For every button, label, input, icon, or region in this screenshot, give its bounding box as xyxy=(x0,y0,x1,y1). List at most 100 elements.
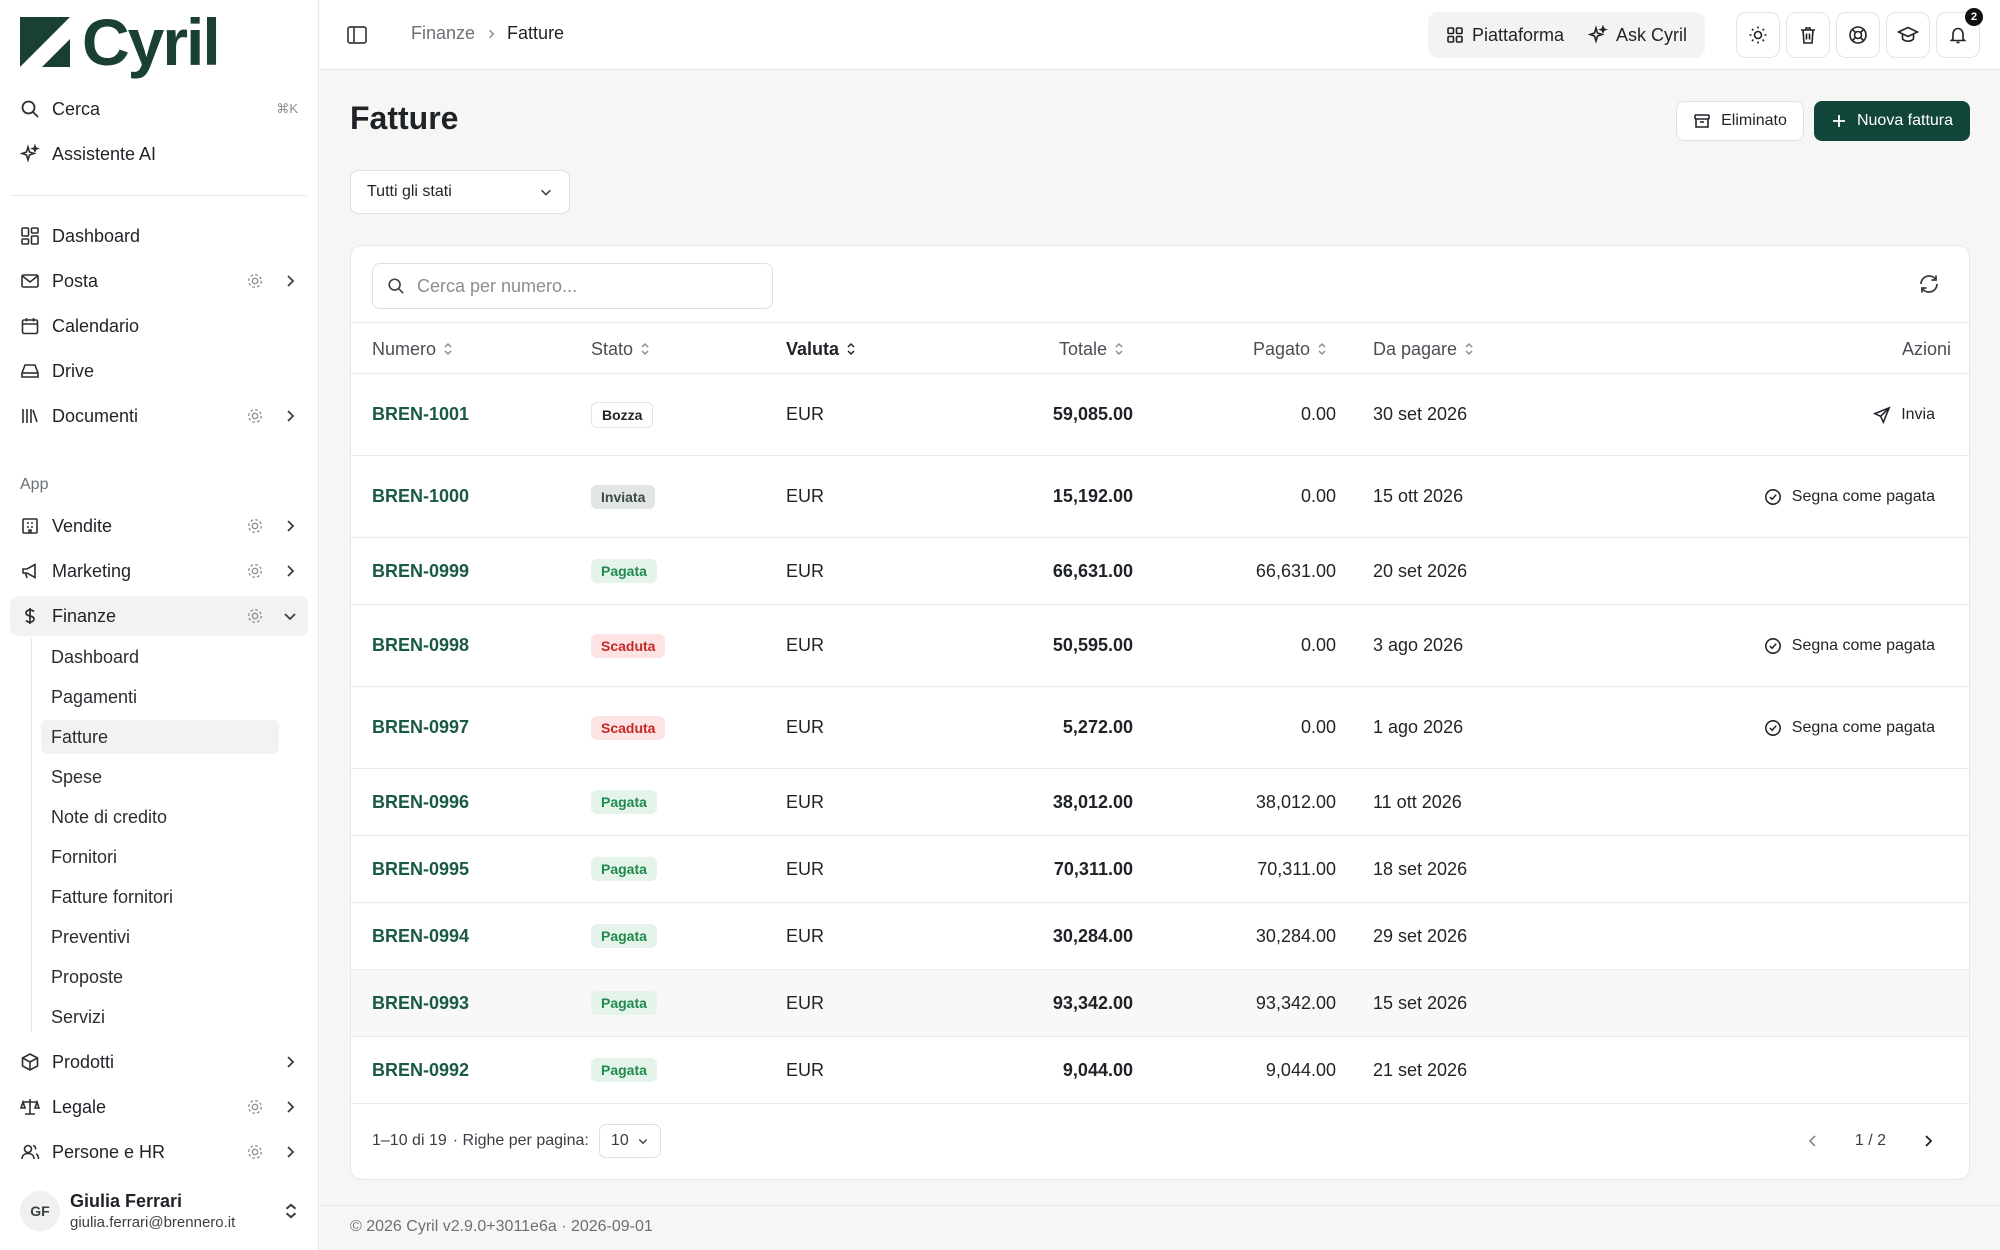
table-row[interactable]: BREN-0998 Scaduta EUR 50,595.00 0.00 3 ago 20… xyxy=(351,605,1969,687)
sidebar-item-calendario[interactable]: Calendario xyxy=(10,306,308,346)
paid-cell: 0.00 xyxy=(1300,404,1336,424)
gear-icon[interactable] xyxy=(246,1143,264,1161)
send-invoice-button[interactable]: Invia xyxy=(1873,406,1935,424)
column-header-numero[interactable]: Numero xyxy=(372,323,454,375)
gear-icon[interactable] xyxy=(246,562,264,580)
submenu-item-fatture-fornitori[interactable]: Fatture fornitori xyxy=(41,880,279,914)
submenu-item-spese[interactable]: Spese xyxy=(41,760,279,794)
submenu-item-proposte[interactable]: Proposte xyxy=(41,960,279,994)
sidebar-item-label: Finanze xyxy=(52,605,117,626)
submenu-item-servizi[interactable]: Servizi xyxy=(41,1000,279,1034)
invoice-number-link[interactable]: BREN-0993 xyxy=(372,993,469,1014)
mark-paid-button[interactable]: Segna come pagata xyxy=(1764,637,1935,655)
academy-button[interactable] xyxy=(1886,12,1930,58)
submenu-item-dashboard[interactable]: Dashboard xyxy=(41,640,279,674)
mark-paid-button[interactable]: Segna come pagata xyxy=(1764,719,1935,737)
table-row[interactable]: BREN-0993 Pagata EUR 93,342.00 93,342.00 15 s… xyxy=(351,970,1969,1037)
sidebar-item-persone-hr[interactable]: Persone e HR xyxy=(10,1132,308,1172)
sort-icon xyxy=(1115,342,1123,356)
invoice-number-link[interactable]: BREN-0994 xyxy=(372,926,469,947)
invoice-search-field[interactable] xyxy=(372,263,773,309)
column-header-da-pagare[interactable]: Da pagare xyxy=(1373,323,1475,375)
column-header-valuta[interactable]: Valuta xyxy=(786,323,857,375)
user-menu[interactable]: GF Giulia Ferrari giulia.ferrari@brenner… xyxy=(12,1183,308,1239)
status-badge: Scaduta xyxy=(591,715,666,740)
trash-button[interactable] xyxy=(1786,12,1830,58)
status-filter-select[interactable]: Tutti gli stati xyxy=(350,170,570,214)
invoice-number-link[interactable]: BREN-0999 xyxy=(372,561,469,582)
invoice-number-link[interactable]: BREN-0998 xyxy=(372,635,469,656)
sidebar-item-dashboard[interactable]: Dashboard xyxy=(10,216,308,256)
send-icon xyxy=(1873,405,1891,424)
gear-icon[interactable] xyxy=(246,607,264,625)
ask-cyril-button[interactable]: Ask Cyril xyxy=(1576,15,1699,55)
sidebar-item-prodotti[interactable]: Prodotti xyxy=(10,1042,308,1082)
column-header-label: Stato xyxy=(591,338,634,359)
sidebar-toggle-icon[interactable] xyxy=(346,24,368,46)
plus-icon xyxy=(1832,115,1845,127)
table-row[interactable]: BREN-0995 Pagata EUR 70,311.00 70,311.00 18 s… xyxy=(351,836,1969,903)
invoice-number-link[interactable]: BREN-0996 xyxy=(372,792,469,813)
table-row[interactable]: BREN-0996 Pagata EUR 38,012.00 38,012.00 11 o… xyxy=(351,769,1969,836)
deleted-button[interactable]: Eliminato xyxy=(1676,101,1804,141)
invoice-number-link[interactable]: BREN-0992 xyxy=(372,1060,469,1081)
table-row[interactable]: BREN-1001 Bozza EUR 59,085.00 0.00 30 set 202… xyxy=(351,374,1969,456)
sidebar-item-finanze[interactable]: Finanze xyxy=(10,596,308,636)
invoice-number-link[interactable]: BREN-1001 xyxy=(372,404,469,425)
sidebar-item-documenti[interactable]: Documenti xyxy=(10,396,308,436)
theme-toggle-button[interactable] xyxy=(1736,12,1780,58)
scale-icon xyxy=(20,1099,40,1115)
mark-paid-button[interactable]: Segna come pagata xyxy=(1764,488,1935,506)
submenu-item-fatture[interactable]: Fatture xyxy=(41,720,279,754)
sidebar-item-legale[interactable]: Legale xyxy=(10,1087,308,1127)
total-cell: 93,342.00 xyxy=(1052,992,1133,1013)
help-button[interactable] xyxy=(1836,12,1880,58)
status-filter-value: Tutti gli stati xyxy=(367,183,452,200)
previous-page-icon[interactable] xyxy=(1805,1133,1821,1149)
check-circle-icon xyxy=(1764,719,1781,736)
platform-button[interactable]: Piattaforma xyxy=(1434,15,1576,55)
invoice-number-link[interactable]: BREN-0995 xyxy=(372,859,469,880)
table-row[interactable]: BREN-1000 Inviata EUR 15,192.00 0.00 15 ott 2… xyxy=(351,456,1969,538)
sidebar-item-marketing[interactable]: Marketing xyxy=(10,551,308,591)
column-header-label: Azioni xyxy=(1901,338,1951,359)
sidebar-item-posta[interactable]: Posta xyxy=(10,261,308,301)
sort-icon xyxy=(1465,342,1473,356)
column-header-stato[interactable]: Stato xyxy=(591,323,651,375)
invoice-search-input[interactable] xyxy=(417,275,757,297)
submenu-item-fornitori[interactable]: Fornitori xyxy=(41,840,279,874)
table-row[interactable]: BREN-0992 Pagata EUR 9,044.00 9,044.00 21 set… xyxy=(351,1037,1969,1104)
next-page-icon[interactable] xyxy=(1920,1133,1936,1149)
total-cell: 50,595.00 xyxy=(1052,635,1133,655)
column-header-azioni: Azioni xyxy=(1902,323,1951,375)
invoice-number-link[interactable]: BREN-0997 xyxy=(372,717,469,738)
gear-icon[interactable] xyxy=(246,1098,264,1116)
sidebar-item-vendite[interactable]: Vendite xyxy=(10,506,308,546)
table-row[interactable]: BREN-0997 Scaduta EUR 5,272.00 0.00 1 ago 202… xyxy=(351,687,1969,769)
rows-per-page-select[interactable]: 10 xyxy=(598,1124,661,1158)
breadcrumb-item-finanze[interactable]: Finanze xyxy=(411,23,475,44)
total-cell: 15,192.00 xyxy=(1052,486,1133,506)
sidebar-item-assistant[interactable]: Assistente AI xyxy=(10,134,308,174)
new-invoice-button[interactable]: Nuova fattura xyxy=(1814,101,1970,141)
gear-icon[interactable] xyxy=(246,517,264,535)
table-row[interactable]: BREN-0994 Pagata EUR 30,284.00 30,284.00 29 s… xyxy=(351,903,1969,970)
brand-logo[interactable]: Cyril xyxy=(18,9,221,75)
gear-icon[interactable] xyxy=(246,272,264,290)
invoice-number-link[interactable]: BREN-1000 xyxy=(372,486,469,507)
column-header-label: Numero xyxy=(372,338,437,359)
submenu-item-preventivi[interactable]: Preventivi xyxy=(41,920,279,954)
column-header-pagato[interactable]: Pagato xyxy=(1253,323,1328,375)
column-header-totale[interactable]: Totale xyxy=(1059,323,1125,375)
due-date-cell: 15 set 2026 xyxy=(1373,992,1468,1013)
sidebar-item-drive[interactable]: Drive xyxy=(10,351,308,391)
app-version-footer: © 2026 Cyril v2.9.0+3011e6a · 2026-09-01 xyxy=(350,1218,653,1235)
cyril-logo-icon xyxy=(20,17,70,67)
table-row[interactable]: BREN-0999 Pagata EUR 66,631.00 66,631.00 20 s… xyxy=(351,538,1969,605)
notifications-button[interactable]: 2 xyxy=(1936,8,1983,58)
submenu-item-pagamenti[interactable]: Pagamenti xyxy=(41,680,279,714)
gear-icon[interactable] xyxy=(246,407,264,425)
refresh-icon[interactable] xyxy=(1917,272,1941,296)
sidebar-search[interactable]: Cerca ⌘K xyxy=(10,89,308,129)
submenu-item-note-di-credito[interactable]: Note di credito xyxy=(41,800,279,834)
